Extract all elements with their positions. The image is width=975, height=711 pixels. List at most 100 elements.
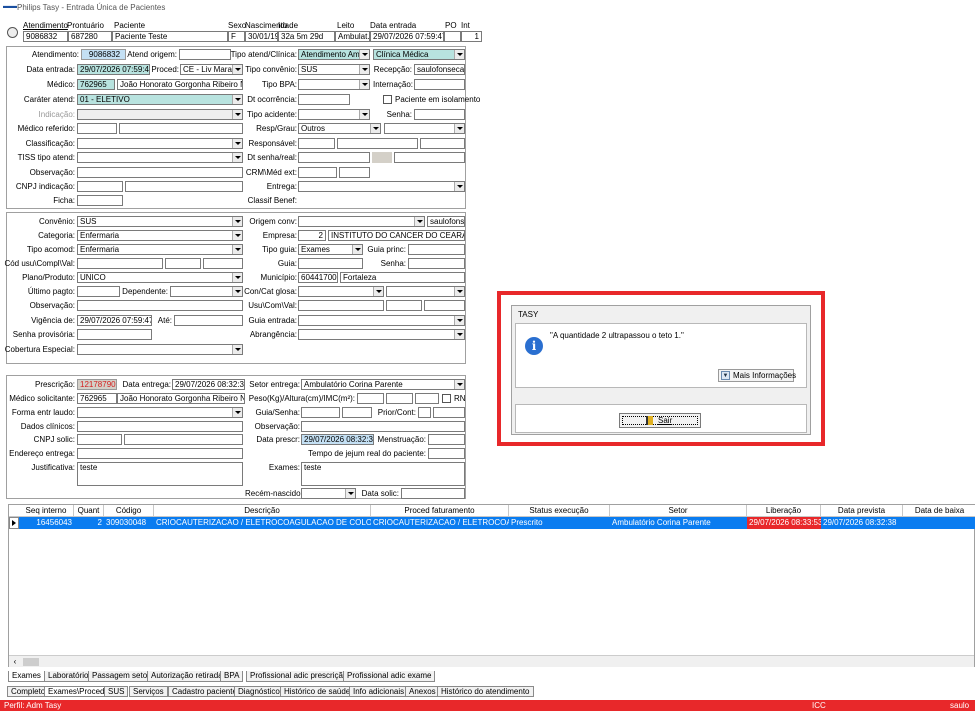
usuario-field[interactable]: saulofonsec	[427, 216, 465, 227]
guia-entrada-select[interactable]	[298, 315, 465, 326]
medico-nome-field[interactable]: João Honorato Gorgonha Ribeiro Nóbr	[117, 79, 243, 90]
dt-ocorrencia-field[interactable]	[298, 94, 350, 105]
tab-profissional-exame[interactable]: Profissional adic exame	[343, 671, 436, 682]
header-prontuario[interactable]: 687280	[68, 31, 112, 42]
tab-completo[interactable]: Completo	[7, 686, 50, 697]
tab-historico-saude[interactable]: Histórico de saúde	[280, 686, 355, 697]
guia-field[interactable]	[298, 258, 363, 269]
dependente-select[interactable]	[170, 286, 243, 297]
tipo-acomod-select[interactable]: Enfermaria	[77, 244, 243, 255]
col-descricao[interactable]: Descrição	[154, 505, 371, 517]
guia-senha-field-1[interactable]	[301, 407, 340, 418]
senha-field[interactable]	[414, 109, 465, 120]
horizontal-scrollbar[interactable]: ‹	[9, 655, 974, 667]
scroll-thumb[interactable]	[23, 658, 39, 666]
header-paciente[interactable]: Paciente Teste	[112, 31, 228, 42]
table-row[interactable]: 16456043 2 309030048 CRIOCAUTERIZACAO / …	[9, 517, 975, 529]
isolamento-checkbox[interactable]	[383, 95, 392, 104]
usu-com-field-3[interactable]	[424, 300, 465, 311]
origem-conv-select[interactable]	[298, 216, 425, 227]
abrangencia-select[interactable]	[298, 329, 465, 340]
con-cat-select-1[interactable]	[298, 286, 384, 297]
tipo-guia-select[interactable]: Exames	[298, 244, 363, 255]
tab-passagem-setor[interactable]: Passagem setor	[88, 671, 154, 682]
tipo-acidente-select[interactable]	[298, 109, 370, 120]
tab-historico-atendimento[interactable]: Histórico do atendimento	[437, 686, 534, 697]
tab-exames[interactable]: Exames	[8, 671, 45, 682]
tiss-select[interactable]	[77, 152, 243, 163]
convenio-select[interactable]: SUS	[77, 216, 243, 227]
data-entrada-field[interactable]: 29/07/2026 07:59:47	[77, 64, 150, 75]
cod-usu-field-1[interactable]	[77, 258, 163, 269]
scroll-left-icon[interactable]: ‹	[10, 657, 20, 667]
more-info-button[interactable]: ▼ Mais Informações	[718, 369, 796, 382]
tipo-convenio-select[interactable]: SUS	[298, 64, 370, 75]
imc-field[interactable]	[415, 393, 439, 404]
header-atendimento[interactable]: 9086832	[23, 31, 68, 42]
medico-cod-field[interactable]: 762965	[77, 79, 115, 90]
categoria-select[interactable]: Enfermaria	[77, 230, 243, 241]
dt-senha-field-3[interactable]	[394, 152, 465, 163]
col-setor[interactable]: Setor	[610, 505, 747, 517]
observacao2-field[interactable]	[77, 300, 243, 311]
exit-button[interactable]: Sair	[619, 413, 701, 428]
data-prescr-field[interactable]: 29/07/2026 08:32:38	[301, 434, 374, 445]
empresa-nome-field[interactable]: INSTITUTO DO CANCER DO CEARA	[328, 230, 465, 241]
cnpj-solic-field-1[interactable]	[77, 434, 122, 445]
setor-entrega-select[interactable]: Ambulatório Corina Parente	[301, 379, 465, 390]
crm-field-2[interactable]	[339, 167, 370, 178]
vigencia-field[interactable]: 29/07/2026 07:59:47	[77, 315, 152, 326]
med-solic-cod-field[interactable]: 762965	[77, 393, 117, 404]
prescricao-field[interactable]: 12178790	[77, 379, 117, 390]
tab-info-adicionais[interactable]: Info adicionais	[349, 686, 409, 697]
med-solic-nome-field[interactable]: João Honorato Gorgonha Ribeiro Nóbr	[117, 393, 245, 404]
tipo-bpa-select[interactable]	[298, 79, 370, 90]
header-sexo[interactable]: F	[228, 31, 245, 42]
cnpj-solic-field-2[interactable]	[124, 434, 243, 445]
tab-bpa[interactable]: BPA	[220, 671, 244, 682]
recem-nascido-select[interactable]	[301, 488, 356, 499]
clinica-select[interactable]: Clínica Médica	[373, 49, 465, 60]
prior-field[interactable]	[418, 407, 431, 418]
tab-diagnostico[interactable]: Diagnóstico	[234, 686, 284, 697]
carater-select[interactable]: 01 - ELETIVO	[77, 94, 243, 105]
tab-servicos[interactable]: Serviços	[129, 686, 168, 697]
exames-field[interactable]: teste	[301, 462, 465, 486]
header-idade[interactable]: 32a 5m 29d	[278, 31, 335, 42]
ate-field[interactable]	[174, 315, 243, 326]
cobertura-select[interactable]	[77, 344, 243, 355]
empresa-cod-field[interactable]: 2	[298, 230, 326, 241]
medico-referido-cod[interactable]	[77, 123, 117, 134]
observacao3-field[interactable]	[301, 421, 465, 432]
atendimento-field[interactable]: 9086832	[81, 49, 126, 60]
cod-usu-field-2[interactable]	[165, 258, 201, 269]
responsavel-field-1[interactable]	[298, 138, 335, 149]
tipo-atend-select[interactable]: Atendimento Ambu	[298, 49, 370, 60]
search-icon[interactable]	[7, 27, 18, 38]
altura-field[interactable]	[386, 393, 413, 404]
tab-sus[interactable]: SUS	[104, 686, 129, 697]
dados-clinicos-field[interactable]	[77, 421, 243, 432]
col-quant[interactable]: Quant	[74, 505, 104, 517]
tab-anexos[interactable]: Anexos	[405, 686, 440, 697]
data-entrega-field[interactable]: 29/07/2026 08:32:38	[172, 379, 245, 390]
header-po[interactable]	[444, 31, 461, 42]
usu-com-field-1[interactable]	[298, 300, 384, 311]
cont-field[interactable]	[433, 407, 465, 418]
indicacao-select[interactable]	[77, 109, 243, 120]
guia-senha-field-2[interactable]	[342, 407, 372, 418]
dt-senha-field-1[interactable]	[298, 152, 370, 163]
col-proced[interactable]: Proced faturamento	[371, 505, 509, 517]
entrega-select[interactable]	[298, 181, 465, 192]
col-seq[interactable]: Seq interno	[19, 505, 74, 517]
observacao-field[interactable]	[77, 167, 243, 178]
plano-select[interactable]: UNICO	[77, 272, 243, 283]
usu-com-field-2[interactable]	[386, 300, 422, 311]
guia-princ-field[interactable]	[408, 244, 465, 255]
responsavel-field-3[interactable]	[420, 138, 465, 149]
tab-cadastro-paciente[interactable]: Cadastro paciente	[168, 686, 241, 697]
tab-profissional-prescricao[interactable]: Profissional adic prescrição	[246, 671, 352, 682]
responsavel-field-2[interactable]	[337, 138, 418, 149]
col-codigo[interactable]: Código	[104, 505, 154, 517]
tab-exames-proced[interactable]: Exames\Proced	[44, 686, 109, 697]
